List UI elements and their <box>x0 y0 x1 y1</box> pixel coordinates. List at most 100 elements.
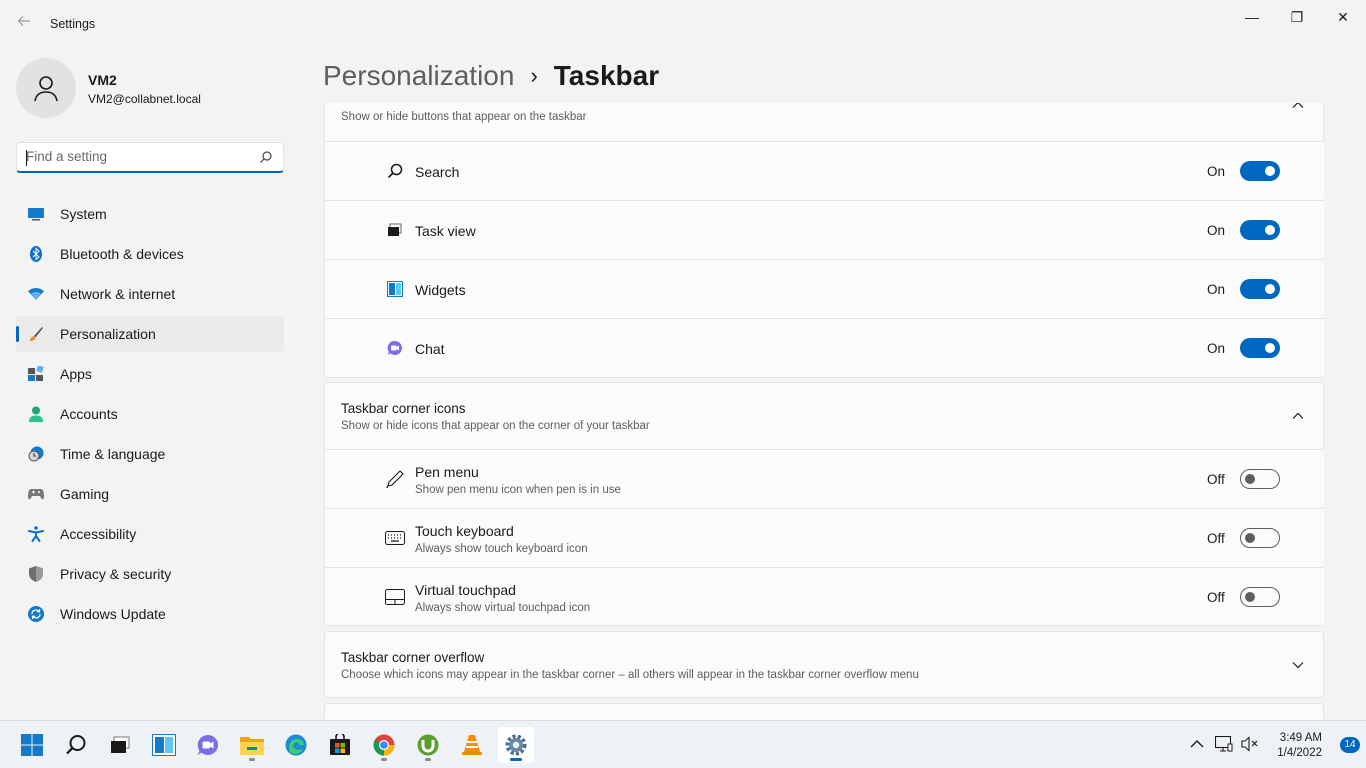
chat-button[interactable] <box>190 727 226 763</box>
search-box[interactable] <box>16 142 284 173</box>
touch-keyboard-toggle[interactable] <box>1240 528 1280 548</box>
breadcrumb-parent[interactable]: Personalization <box>323 58 514 94</box>
edge-icon <box>285 734 307 756</box>
shield-icon <box>28 566 44 582</box>
clock-globe-icon <box>28 446 44 462</box>
chevron-up-icon[interactable] <box>1291 409 1305 423</box>
section-title: Taskbar corner icons <box>341 401 466 416</box>
toggle-knob <box>1245 533 1255 543</box>
row-label: Pen menu <box>415 464 479 480</box>
taskbar-items-card: Show or hide buttons that appear on the … <box>324 103 1324 378</box>
touch-keyboard-row: Touch keyboard Always show touch keyboar… <box>325 508 1324 566</box>
start-button[interactable] <box>14 727 50 763</box>
sidebar-item-accessibility[interactable]: Accessibility <box>16 516 284 552</box>
wifi-icon <box>28 286 44 302</box>
store-button[interactable] <box>322 727 358 763</box>
apps-icon <box>28 366 44 382</box>
chat-toggle[interactable] <box>1240 338 1280 358</box>
utorrent-button[interactable] <box>410 727 446 763</box>
running-indicator <box>249 758 255 761</box>
row-label: Task view <box>415 223 476 239</box>
row-description: Show pen menu icon when pen is in use <box>415 484 621 496</box>
vlc-button[interactable] <box>454 727 490 763</box>
taskbar-clock[interactable]: 3:49 AM 1/4/2022 <box>1277 731 1322 761</box>
settings-content: Show or hide buttons that appear on the … <box>324 103 1324 720</box>
pen-icon <box>385 470 405 488</box>
back-arrow-icon <box>17 16 30 26</box>
corner-icons-header[interactable]: Taskbar corner icons Show or hide icons … <box>325 383 1323 449</box>
search-input[interactable] <box>26 149 246 164</box>
network-monitor-icon <box>1215 736 1233 752</box>
text-caret <box>26 150 27 166</box>
toggle-knob <box>1245 474 1255 484</box>
settings-icon <box>505 734 527 756</box>
store-icon <box>330 734 350 755</box>
toggle-knob <box>1265 166 1275 176</box>
user-icon <box>34 76 58 102</box>
network-tray-button[interactable] <box>1215 735 1233 753</box>
brush-icon <box>28 326 44 342</box>
taskbar-corner-overflow-card[interactable]: Taskbar corner overflow Choose which ico… <box>324 631 1324 698</box>
sidebar-item-personalization[interactable]: Personalization <box>16 316 284 352</box>
sidebar-item-accounts[interactable]: Accounts <box>16 396 284 432</box>
chevron-up-icon[interactable] <box>1291 103 1305 112</box>
sidebar-item-label: Gaming <box>60 486 110 502</box>
task-view-button[interactable] <box>102 727 138 763</box>
section-description: Choose which icons may appear in the tas… <box>341 669 919 681</box>
sidebar-item-time-language[interactable]: Time & language <box>16 436 284 472</box>
file-explorer-button[interactable] <box>234 727 270 763</box>
edge-button[interactable] <box>278 727 314 763</box>
back-button[interactable] <box>14 14 34 34</box>
monitor-icon <box>28 206 44 222</box>
active-indicator <box>510 758 522 761</box>
keyboard-icon <box>385 529 405 547</box>
chrome-button[interactable] <box>366 727 402 763</box>
chat-icon <box>385 339 405 357</box>
virtual-touchpad-toggle[interactable] <box>1240 587 1280 607</box>
windows-start-icon <box>21 734 43 756</box>
settings-button[interactable] <box>498 727 534 763</box>
pen-menu-toggle[interactable] <box>1240 469 1280 489</box>
taskbar-search-button[interactable] <box>58 727 94 763</box>
widgets-button[interactable] <box>146 727 182 763</box>
sidebar-item-privacy[interactable]: Privacy & security <box>16 556 284 592</box>
sidebar-item-label: Network & internet <box>60 286 176 302</box>
sidebar-item-system[interactable]: System <box>16 196 284 232</box>
notification-badge[interactable]: 14 <box>1340 737 1360 753</box>
breadcrumb: Personalization › Taskbar <box>323 58 659 94</box>
sidebar-item-apps[interactable]: Apps <box>16 356 284 392</box>
taskbar-item-task-view-row: Task view On <box>325 200 1324 258</box>
sidebar-item-network[interactable]: Network & internet <box>16 276 284 312</box>
volume-tray-button[interactable] <box>1241 735 1259 753</box>
maximize-button[interactable]: ❐ <box>1283 6 1311 28</box>
touchpad-icon <box>385 588 405 606</box>
gamepad-icon <box>28 486 44 502</box>
minimize-button[interactable]: — <box>1238 6 1266 28</box>
sidebar-item-bluetooth[interactable]: Bluetooth & devices <box>16 236 284 272</box>
sidebar-item-label: Accessibility <box>60 526 137 542</box>
sidebar-item-windows-update[interactable]: Windows Update <box>16 596 284 632</box>
sidebar-item-label: System <box>60 206 107 222</box>
sidebar-item-gaming[interactable]: Gaming <box>16 476 284 512</box>
widgets-toggle[interactable] <box>1240 279 1280 299</box>
pen-menu-row: Pen menu Show pen menu icon when pen is … <box>325 449 1324 507</box>
widgets-icon <box>385 280 405 298</box>
toggle-knob <box>1265 225 1275 235</box>
search-toggle[interactable] <box>1240 161 1280 181</box>
task-view-toggle[interactable] <box>1240 220 1280 240</box>
sidebar-nav: System Bluetooth & devices Network & int… <box>16 196 284 636</box>
toggle-state: On <box>1207 223 1226 238</box>
system-taskbar: 3:49 AM 1/4/2022 14 <box>0 720 1366 768</box>
running-indicator <box>425 758 431 761</box>
chevron-down-icon[interactable] <box>1291 658 1305 672</box>
show-hidden-icons-button[interactable] <box>1188 735 1206 753</box>
app-title: Settings <box>50 17 96 31</box>
person-icon <box>28 406 44 422</box>
chrome-icon <box>373 734 395 756</box>
search-icon[interactable] <box>259 150 273 164</box>
taskbar-behaviors-card[interactable] <box>324 703 1324 720</box>
close-button[interactable]: ✕ <box>1329 6 1357 28</box>
user-name: VM2 <box>88 72 117 88</box>
widgets-icon <box>152 734 176 756</box>
avatar[interactable] <box>16 58 76 118</box>
